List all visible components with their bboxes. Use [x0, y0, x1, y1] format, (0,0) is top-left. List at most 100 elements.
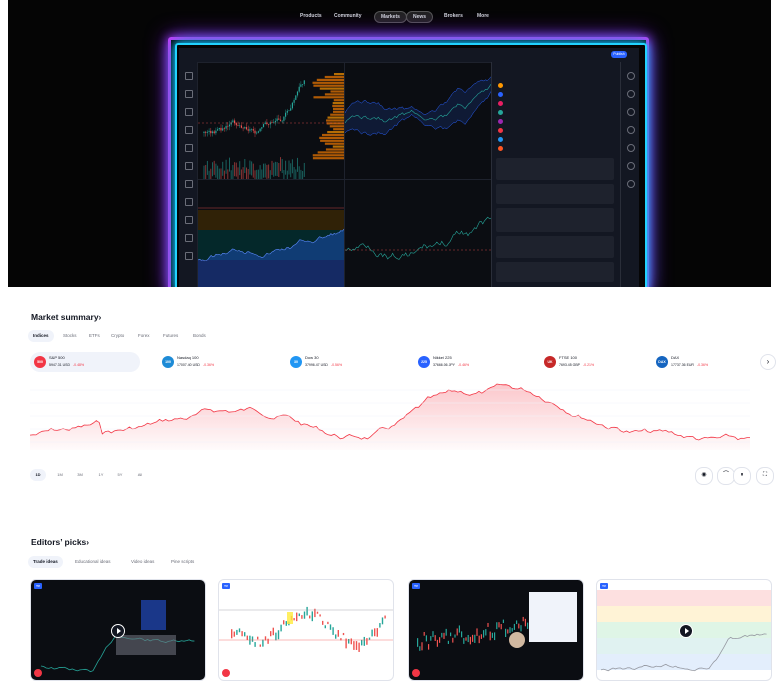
tab-forex[interactable]: Forex — [133, 330, 155, 342]
candle — [472, 634, 474, 642]
tab-bonds[interactable]: Bonds — [188, 330, 211, 342]
idea-card-3[interactable]: TV — [408, 579, 584, 681]
watchlist-row[interactable] — [496, 127, 618, 135]
range-all[interactable]: All — [132, 469, 148, 481]
news-item[interactable] — [496, 208, 614, 232]
tab-stocks[interactable]: Stocks — [58, 330, 82, 342]
tab-indices[interactable]: Indices — [28, 330, 54, 342]
candle — [458, 625, 460, 633]
index-card-sp500[interactable]: 500 S&P 500 5947.31 USD -0.48% — [30, 352, 140, 372]
nav-community[interactable]: Community — [328, 11, 368, 21]
candle — [241, 631, 243, 637]
tab-futures[interactable]: Futures — [158, 330, 183, 342]
candle — [423, 632, 425, 636]
chart-pane-area[interactable] — [197, 179, 345, 287]
tab-video-ideas[interactable]: Video ideas — [126, 556, 159, 568]
volume-bar — [297, 157, 298, 172]
volume-bar — [229, 157, 230, 172]
indicators-icon[interactable]: ⏸ — [733, 467, 751, 485]
calendar-icon[interactable] — [627, 126, 635, 134]
editors-picks-tabs: Trade ideas Educational ideas Video idea… — [28, 556, 328, 568]
nav-brokers[interactable]: Brokers — [438, 11, 469, 21]
volume-profile-bar — [320, 139, 344, 142]
news-item[interactable] — [496, 158, 614, 180]
watchlist-row[interactable] — [496, 82, 618, 90]
candle-body — [251, 129, 253, 130]
watchlist-row[interactable] — [496, 109, 618, 117]
index-card-nikkei225[interactable]: 225 Nikkei 225 37666.06 JPY -0.46% — [414, 352, 524, 372]
magnet-icon[interactable] — [185, 198, 193, 206]
range-1m[interactable]: 1M — [52, 469, 68, 481]
nav-markets[interactable]: Markets — [374, 11, 407, 23]
candle — [366, 638, 368, 645]
nav-news[interactable]: News — [406, 11, 434, 23]
idea-card-4[interactable]: TV — [596, 579, 772, 681]
watchlist-icon[interactable] — [627, 72, 635, 80]
chart-pane-line[interactable] — [344, 179, 492, 287]
index-card-dax[interactable]: DAX DAX 17737.36 EUR -0.36% — [652, 352, 762, 372]
market-summary-title[interactable]: Market summary› — [31, 312, 101, 322]
index-card-ftse100[interactable]: UK FTSE 100 7693.45 GBP -0.21% — [540, 352, 650, 372]
candle — [244, 632, 246, 637]
candle-body — [206, 131, 208, 133]
cursor-icon[interactable] — [185, 72, 193, 80]
nav-more[interactable]: More — [471, 11, 495, 21]
play-icon[interactable] — [679, 624, 693, 638]
chart-pane-bands[interactable] — [344, 62, 492, 180]
index-card-dow30[interactable]: 30 Dow 30 37996.47 USD -0.56% — [286, 352, 396, 372]
candle-body — [276, 118, 278, 121]
watchlist-row[interactable] — [496, 91, 618, 99]
eye-icon[interactable] — [185, 234, 193, 242]
next-indices-button[interactable]: › — [760, 354, 776, 370]
news-item[interactable] — [496, 184, 614, 204]
tab-educational-ideas[interactable]: Educational ideas — [70, 556, 116, 568]
notifications-icon[interactable] — [627, 162, 635, 170]
idea-card-1[interactable]: TV — [30, 579, 206, 681]
watchlist-row[interactable] — [496, 100, 618, 108]
candle — [522, 616, 524, 622]
range-5y[interactable]: 5Y — [112, 469, 128, 481]
idea-card-2[interactable]: TV — [218, 579, 394, 681]
tab-trade-ideas[interactable]: Trade ideas — [28, 556, 63, 568]
trendline-icon[interactable] — [185, 90, 193, 98]
tab-etfs[interactable]: ETFs — [84, 330, 105, 342]
tab-pine-scripts[interactable]: Pine scripts — [166, 556, 199, 568]
chat-icon[interactable] — [627, 108, 635, 116]
index-card-nasdaq100[interactable]: 100 Nasdaq 100 17007.40 USD -0.36% — [158, 352, 268, 372]
right-sidebar — [620, 62, 639, 287]
ideas-icon[interactable] — [627, 144, 635, 152]
measure-icon[interactable] — [185, 162, 193, 170]
index-area-chart[interactable] — [30, 378, 750, 450]
brush-icon[interactable] — [185, 126, 193, 134]
candle — [327, 621, 329, 625]
alerts-icon[interactable] — [627, 90, 635, 98]
range-1y[interactable]: 1Y — [93, 469, 109, 481]
range-3m[interactable]: 3M — [72, 469, 88, 481]
text-icon[interactable] — [185, 144, 193, 152]
tab-crypto[interactable]: Crypto — [106, 330, 129, 342]
play-icon[interactable] — [111, 624, 125, 638]
publish-button[interactable]: Publish — [611, 51, 627, 58]
news-item[interactable] — [496, 262, 614, 282]
volume-bar — [300, 169, 302, 179]
candle — [322, 620, 324, 625]
fib-icon[interactable] — [185, 108, 193, 116]
candle-body — [290, 108, 292, 111]
watchlist-row[interactable] — [496, 136, 618, 144]
chart-pane-candles[interactable] — [197, 62, 345, 180]
lock-icon[interactable] — [185, 216, 193, 224]
volume-profile-bar — [317, 151, 344, 154]
nav-products[interactable]: Products — [294, 11, 328, 21]
trash-icon[interactable] — [185, 252, 193, 260]
watchlist-row[interactable] — [496, 118, 618, 126]
candle — [337, 630, 339, 637]
watchlist-row[interactable] — [496, 145, 618, 153]
range-1d[interactable]: 1D — [30, 469, 46, 481]
fullscreen-icon[interactable]: ⛶ — [756, 467, 774, 485]
help-icon[interactable] — [627, 180, 635, 188]
editors-picks-title[interactable]: Editors’ picks› — [31, 537, 89, 547]
symbol-icon — [498, 83, 503, 88]
zoom-icon[interactable] — [185, 180, 193, 188]
compare-icon[interactable]: ◉ — [695, 467, 713, 485]
news-item[interactable] — [496, 236, 614, 258]
